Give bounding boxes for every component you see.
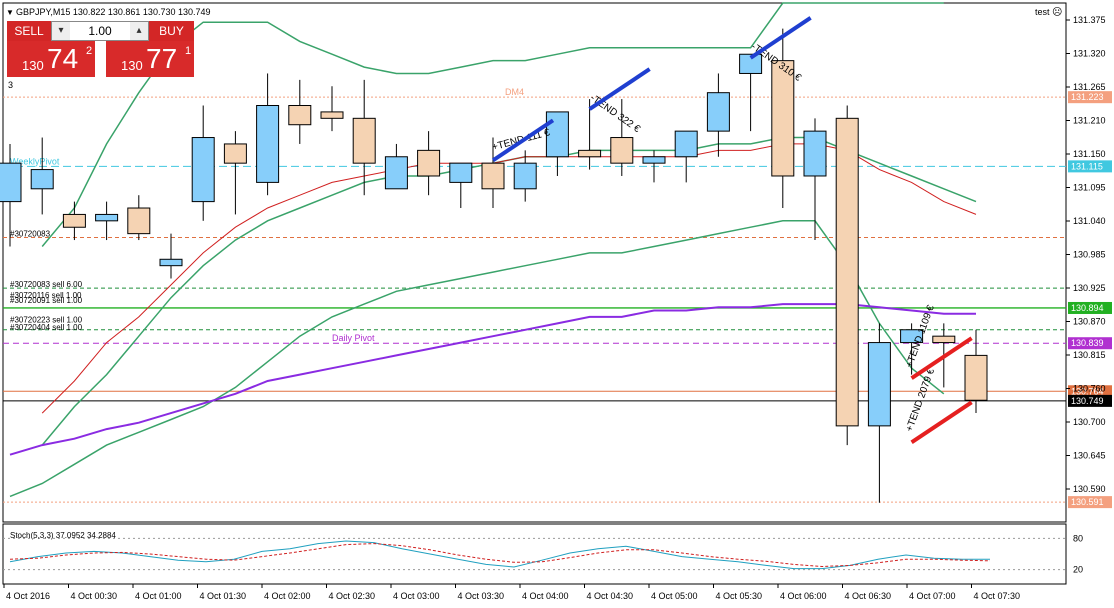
candle-body [932,335,956,344]
candle-body [352,117,376,164]
price-chart[interactable]: DM4WeeklyPivotDaily Pivot#30720083 sell … [0,0,1114,608]
x-tick-label: 4 Oct 04:00 [522,591,569,601]
x-tick-label: 4 Oct 07:30 [974,591,1021,601]
stoch-label: Stoch(5,3,3) 37.0952 34.2884 [10,531,116,540]
y-tick-label: 130.590 [1073,484,1106,494]
candle-body [674,130,698,158]
candle-body [835,117,859,427]
stoch-tick-label: 20 [1073,565,1083,575]
price-level-tag-label: 131.223 [1071,92,1104,102]
candle-body [256,105,280,183]
buy-price-prefix: 130 [121,58,143,73]
candle-body [578,149,602,158]
candle-body [706,92,730,132]
candle-body [223,143,247,164]
price-level-tag-label: 130.749 [1071,396,1104,406]
candle-body [610,137,634,164]
indicator-count: 3 [8,80,13,90]
stoch-tick-label: 80 [1073,533,1083,543]
account-label: test [1035,7,1050,17]
sell-price-pips: 74 [47,43,79,74]
collapse-triangle-icon[interactable]: ▼ [6,8,14,17]
candle-body [191,137,215,203]
order-label: #30720083 sell 6.00 [10,280,83,289]
order-label: #30720083 [10,229,51,238]
x-tick-label: 4 Oct 02:30 [329,591,376,601]
candle-body [159,258,183,267]
candle-body [30,169,54,190]
order-label: #30720091 sell 1.00 [10,296,83,305]
candle-body [481,162,505,190]
x-tick-label: 4 Oct 2016 [6,591,50,601]
candle-body [127,207,151,235]
chart-background [0,0,1114,608]
y-tick-label: 130.870 [1073,317,1106,327]
price-level-tag-label: 130.894 [1071,303,1104,313]
price-level-tag-label: 130.839 [1071,338,1104,348]
candle-body [0,162,22,203]
candle-body [320,111,344,119]
y-tick-label: 131.040 [1073,216,1106,226]
candle-body [384,156,408,190]
lot-increase-icon[interactable]: ▴ [130,22,148,40]
buy-button[interactable]: BUY [149,21,194,41]
y-tick-label: 130.700 [1073,417,1106,427]
x-tick-label: 4 Oct 03:30 [458,591,505,601]
lot-size-input[interactable]: ▾ 1.00 ▴ [51,21,149,41]
y-tick-label: 131.320 [1073,49,1106,59]
candle-body [62,213,86,228]
candle-body [449,162,473,183]
candle-body [95,213,119,222]
one-click-trading-panel: SELL ▾ 1.00 ▴ BUY 130 74 2 130 77 1 [7,21,194,77]
y-tick-label: 131.375 [1073,15,1106,25]
x-tick-label: 4 Oct 05:30 [716,591,763,601]
buy-price-pips: 77 [146,43,178,74]
sell-price[interactable]: 130 74 2 [7,41,95,77]
candle-body [803,130,827,177]
buy-price-fraction: 1 [185,45,192,57]
price-level-tag-label: 130.591 [1071,497,1104,507]
x-tick-label: 4 Oct 01:30 [200,591,247,601]
x-tick-label: 4 Oct 06:30 [845,591,892,601]
y-tick-label: 131.095 [1073,183,1106,193]
x-tick-label: 4 Oct 00:30 [71,591,118,601]
candle-body [642,156,666,164]
y-tick-label: 131.265 [1073,82,1106,92]
x-tick-label: 4 Oct 04:30 [587,591,634,601]
price-level-name: Daily Pivot [332,333,375,343]
lot-value[interactable]: 1.00 [70,22,130,40]
buy-price[interactable]: 130 77 1 [106,41,194,77]
x-tick-label: 4 Oct 01:00 [135,591,182,601]
x-tick-label: 4 Oct 07:00 [909,591,956,601]
candle-body [964,354,988,401]
candle-body [867,342,891,427]
order-label: #30720404 sell 1.00 [10,323,83,332]
smiley-icon[interactable]: ☹ [1052,7,1062,18]
x-tick-label: 4 Oct 05:00 [651,591,698,601]
sell-button[interactable]: SELL [7,21,51,41]
price-level-tag-label: 131.115 [1071,161,1103,171]
candle-body [288,105,312,126]
price-level-name: DM4 [505,87,524,97]
y-tick-label: 130.985 [1073,250,1106,260]
chart-header: GBPJPY,M15 130.822 130.861 130.730 130.7… [16,7,211,17]
y-tick-label: 131.210 [1073,116,1106,126]
x-tick-label: 4 Oct 06:00 [780,591,827,601]
x-tick-label: 4 Oct 03:00 [393,591,440,601]
y-tick-label: 130.925 [1073,283,1106,293]
candle-body [417,149,441,177]
candle-body [513,162,537,190]
y-tick-label: 131.150 [1073,149,1106,159]
lot-decrease-icon[interactable]: ▾ [52,22,70,40]
sell-price-fraction: 2 [86,45,93,57]
y-tick-label: 130.815 [1073,350,1106,360]
y-tick-label: 130.760 [1073,384,1106,394]
sell-price-prefix: 130 [22,58,44,73]
y-tick-label: 130.645 [1073,451,1106,461]
x-tick-label: 4 Oct 02:00 [264,591,311,601]
